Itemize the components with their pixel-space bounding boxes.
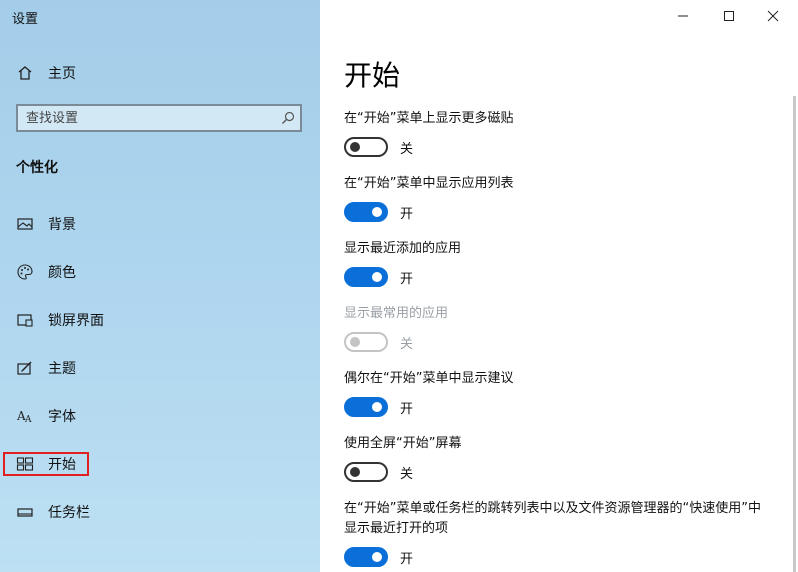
toggle-state: 关 [400,141,414,157]
toggle-switch[interactable] [344,202,388,222]
toggle-switch[interactable] [344,137,388,157]
toggle-switch[interactable] [344,267,388,287]
toggle-state: 关 [400,336,414,352]
section-heading: 个性化 [16,160,58,176]
scrollbar[interactable] [793,96,796,572]
page-title: 开始 [344,59,401,92]
sidebar-item-taskbar[interactable]: 任务栏 [16,500,90,524]
sidebar-item-label: 主页 [48,66,76,82]
toggle-state: 开 [400,271,414,287]
palette-icon [16,263,34,281]
setting-label: 显示最近添加的应用 [344,241,462,256]
search-box[interactable] [16,104,302,132]
theme-icon [16,359,34,377]
sidebar-item-label: 锁屏界面 [48,313,104,329]
close-icon [767,10,779,22]
close-button[interactable] [750,0,796,32]
minimize-icon [678,15,688,17]
toggle-switch[interactable] [344,547,388,567]
font-icon: AA [16,407,34,425]
app-title: 设置 [12,12,39,27]
setting-label: 偶尔在“开始”菜单中显示建议 [344,371,514,386]
sidebar-item-label: 字体 [48,409,76,425]
image-icon [16,215,34,233]
setting-most-used: 显示最常用的应用 关 [344,304,764,352]
toggle-state: 开 [400,206,414,222]
sidebar-item-label: 任务栏 [48,505,90,521]
selection-highlight [3,452,89,476]
setting-label: 在“开始”菜单中显示应用列表 [344,176,514,191]
sidebar-item-colors[interactable]: 颜色 [16,260,76,284]
setting-label: 在“开始”菜单上显示更多磁贴 [344,111,514,126]
toggle-state: 开 [400,551,414,567]
minimize-button[interactable] [660,0,706,32]
setting-label: 在“开始”菜单或任务栏的跳转列表中以及文件资源管理器的“快速使用”中显示最近打开… [344,501,761,536]
sidebar-item-fonts[interactable]: AA 字体 [16,404,76,428]
setting-recent-items: 在“开始”菜单或任务栏的跳转列表中以及文件资源管理器的“快速使用”中显示最近打开… [344,499,764,567]
sidebar-item-lock-screen[interactable]: 锁屏界面 [16,308,104,332]
sidebar-item-background[interactable]: 背景 [16,212,76,236]
lock-screen-icon [16,311,34,329]
sidebar-item-label: 背景 [48,217,76,233]
toggle-switch [344,332,388,352]
setting-recently-added: 显示最近添加的应用 开 [344,239,764,287]
maximize-icon [724,11,734,21]
search-input[interactable] [18,109,276,127]
setting-label: 使用全屏“开始”屏幕 [344,436,462,451]
home-icon [16,64,34,82]
toggle-switch[interactable] [344,462,388,482]
setting-app-list: 在“开始”菜单中显示应用列表 开 [344,174,764,222]
svg-text:A: A [24,415,32,425]
sidebar-item-label: 颜色 [48,265,76,281]
maximize-button[interactable] [706,0,752,32]
setting-full-screen-start: 使用全屏“开始”屏幕 关 [344,434,764,482]
main-content: 开始 在“开始”菜单上显示更多磁贴 关 在“开始”菜单中显示应用列表 开 显示最… [320,0,798,572]
sidebar: 设置 主页 个性化 背景 颜色 锁屏界面 主题 [0,0,320,572]
toggle-state: 开 [400,401,414,417]
sidebar-item-themes[interactable]: 主题 [16,356,76,380]
sidebar-item-label: 主题 [48,361,76,377]
toggle-switch[interactable] [344,397,388,417]
taskbar-icon [16,503,34,521]
setting-label: 显示最常用的应用 [344,306,449,321]
sidebar-item-home[interactable]: 主页 [16,61,76,85]
search-icon[interactable] [276,110,300,126]
setting-suggestions: 偶尔在“开始”菜单中显示建议 开 [344,369,764,417]
toggle-state: 关 [400,466,414,482]
setting-more-tiles: 在“开始”菜单上显示更多磁贴 关 [344,109,764,157]
